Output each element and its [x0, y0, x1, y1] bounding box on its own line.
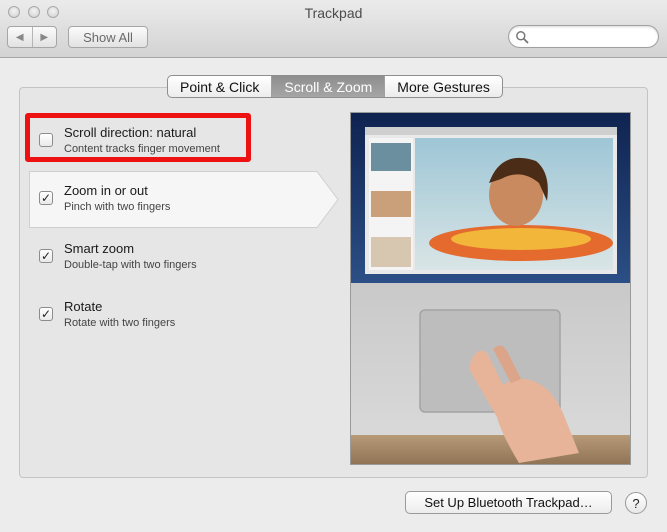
selection-arrow-background — [29, 171, 339, 228]
option-title: Zoom in or out — [64, 183, 148, 198]
scroll-direction-checkbox[interactable] — [39, 133, 53, 147]
option-subtitle: Content tracks finger movement — [64, 143, 220, 155]
option-zoom[interactable]: ✓ Zoom in or out Pinch with two fingers — [29, 171, 339, 228]
tab-bar: Point & Click Scroll & Zoom More Gesture… — [167, 75, 503, 98]
rotate-checkbox[interactable]: ✓ — [39, 307, 53, 321]
window-toolbar: Trackpad ◀ ▶ Show All — [0, 0, 667, 58]
chevron-left-icon: ◀ — [15, 31, 24, 43]
option-subtitle: Rotate with two fingers — [64, 317, 176, 329]
preview-illustration — [351, 113, 630, 464]
option-scroll-direction[interactable]: Scroll direction: natural Content tracks… — [29, 117, 309, 171]
option-smart-zoom[interactable]: ✓ Smart zoom Double-tap with two fingers — [29, 229, 309, 283]
option-title: Smart zoom — [64, 241, 135, 256]
tab-more-gestures[interactable]: More Gestures — [384, 76, 502, 97]
show-all-button[interactable]: Show All — [68, 26, 148, 48]
help-button[interactable]: ? — [625, 492, 647, 514]
smart-zoom-checkbox[interactable]: ✓ — [39, 249, 53, 263]
search-icon — [516, 31, 529, 44]
option-title: Rotate — [64, 299, 103, 314]
option-subtitle: Double-tap with two fingers — [64, 259, 197, 271]
bluetooth-setup-button[interactable]: Set Up Bluetooth Trackpad… — [405, 491, 612, 514]
search-field[interactable] — [508, 25, 659, 48]
tab-point-click[interactable]: Point & Click — [168, 76, 271, 97]
option-title: Scroll direction: natural — [64, 125, 197, 140]
window-title: Trackpad — [304, 5, 363, 21]
navigation-buttons: ◀ ▶ — [7, 26, 57, 48]
back-button[interactable]: ◀ — [8, 27, 32, 47]
gesture-preview-video — [350, 112, 631, 465]
forward-button[interactable]: ▶ — [31, 27, 57, 47]
option-subtitle: Pinch with two fingers — [64, 201, 171, 213]
tab-scroll-zoom[interactable]: Scroll & Zoom — [271, 76, 385, 97]
search-input[interactable] — [533, 28, 651, 45]
zoom-checkbox[interactable]: ✓ — [39, 191, 53, 205]
option-rotate[interactable]: ✓ Rotate Rotate with two fingers — [29, 287, 309, 341]
chevron-right-icon: ▶ — [40, 31, 49, 43]
